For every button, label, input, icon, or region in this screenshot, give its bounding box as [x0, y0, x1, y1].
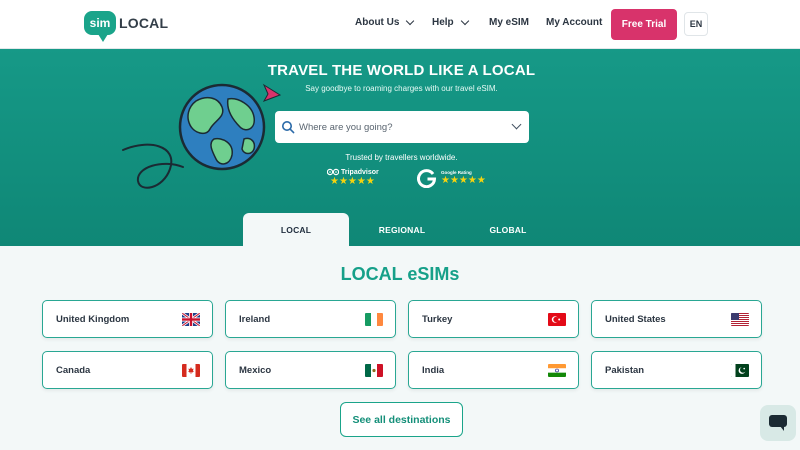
- tripadvisor-owl-icon: [327, 168, 339, 176]
- destination-card-ireland[interactable]: Ireland: [225, 300, 396, 338]
- destination-label: Canada: [56, 365, 91, 376]
- google-rating: Google Rating ★★★★★: [417, 168, 486, 188]
- destination-label: United States: [605, 314, 666, 325]
- destinations-section: LOCAL eSIMs United Kingdom Ireland Turke…: [0, 246, 800, 450]
- tr-flag-icon: [548, 313, 566, 326]
- see-all-destinations-button[interactable]: See all destinations: [340, 402, 463, 437]
- us-flag-icon: [731, 313, 749, 326]
- gb-flag-icon: [182, 313, 200, 326]
- nav-help[interactable]: Help: [432, 16, 469, 28]
- free-trial-button[interactable]: Free Trial: [611, 9, 677, 40]
- destination-search[interactable]: [275, 111, 529, 143]
- nav-my-esim[interactable]: My eSIM: [489, 17, 529, 28]
- destination-label: Turkey: [422, 314, 453, 325]
- tripadvisor-rating: Tripadvisor ★★★★★: [327, 168, 379, 187]
- nav-about-us[interactable]: About Us: [355, 16, 415, 28]
- search-input[interactable]: [299, 121, 499, 133]
- esim-type-tabs: LOCAL REGIONAL GLOBAL: [0, 213, 800, 246]
- tab-global[interactable]: GLOBAL: [455, 213, 561, 246]
- destination-card-turkey[interactable]: Turkey: [408, 300, 579, 338]
- pk-flag-icon: [731, 364, 749, 377]
- nav-about-us-label: About Us: [355, 17, 400, 28]
- in-flag-icon: [548, 364, 566, 377]
- destination-label: United Kingdom: [56, 314, 130, 325]
- search-icon: [282, 121, 295, 134]
- trusted-text: Trusted by travellers worldwide.: [345, 153, 458, 162]
- destination-label: Mexico: [239, 365, 272, 376]
- destination-card-united-kingdom[interactable]: United Kingdom: [42, 300, 213, 338]
- simlocal-logo[interactable]: sim LOCAL: [84, 8, 169, 42]
- nav-my-account[interactable]: My Account: [546, 17, 602, 28]
- section-title: LOCAL eSIMs: [340, 264, 460, 284]
- chevron-down-icon: [406, 16, 415, 26]
- tripadvisor-label: Tripadvisor: [341, 168, 379, 176]
- tab-local[interactable]: LOCAL: [243, 213, 349, 246]
- google-g-icon: [417, 169, 437, 188]
- destination-label: Ireland: [239, 314, 271, 325]
- destination-label: India: [422, 365, 445, 376]
- destination-card-india[interactable]: India: [408, 351, 579, 389]
- logo-badge: sim: [84, 11, 116, 42]
- tab-regional[interactable]: REGIONAL: [349, 213, 455, 246]
- ca-flag-icon: [182, 364, 200, 377]
- logo-wordmark: LOCAL: [119, 15, 169, 31]
- chevron-down-icon[interactable]: [511, 119, 522, 130]
- chat-bubble-icon: [769, 415, 787, 431]
- destination-card-pakistan[interactable]: Pakistan: [591, 351, 762, 389]
- nav-help-label: Help: [432, 17, 454, 28]
- ie-flag-icon: [365, 313, 383, 326]
- google-stars: ★★★★★: [441, 175, 486, 186]
- chevron-down-icon: [460, 16, 469, 26]
- language-selector[interactable]: EN: [684, 12, 708, 36]
- site-header: sim LOCAL About Us Help My eSIM My Accou…: [0, 0, 800, 49]
- tripadvisor-stars: ★★★★★: [330, 176, 375, 187]
- destination-card-mexico[interactable]: Mexico: [225, 351, 396, 389]
- destination-card-united-states[interactable]: United States: [591, 300, 762, 338]
- destination-label: Pakistan: [605, 365, 645, 376]
- chat-widget-button[interactable]: [760, 405, 796, 441]
- mx-flag-icon: [365, 364, 383, 377]
- destination-card-canada[interactable]: Canada: [42, 351, 213, 389]
